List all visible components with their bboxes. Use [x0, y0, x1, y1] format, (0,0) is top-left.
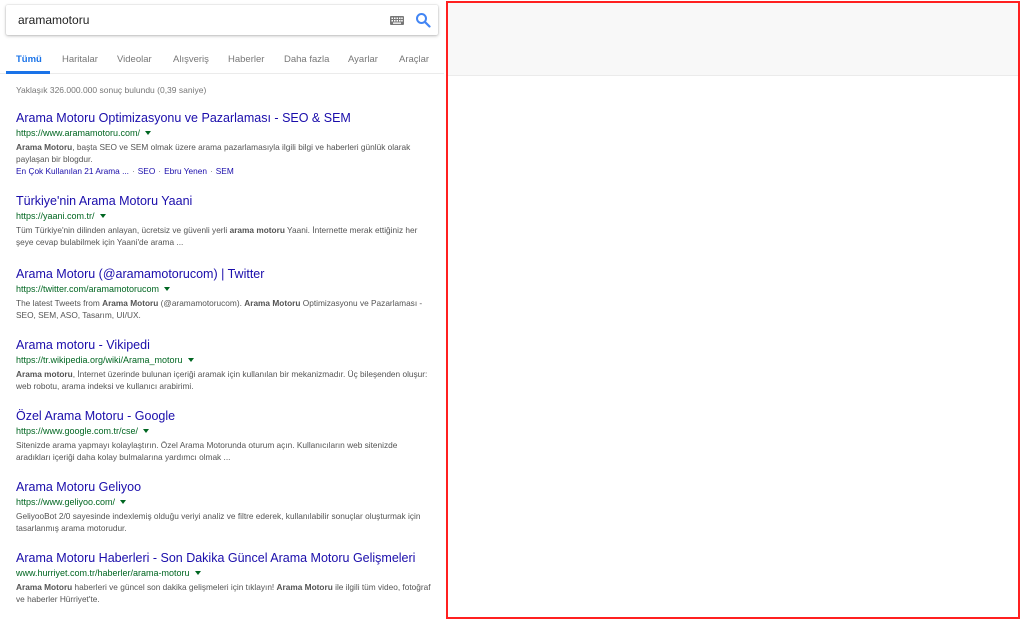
dropdown-caret-icon[interactable] — [164, 287, 171, 291]
keyboard-icon[interactable] — [390, 16, 404, 25]
panel-header-band — [448, 3, 1018, 76]
result-snippet: Sitenizde arama yapmayı kolaylaştırın. Ö… — [16, 440, 398, 462]
result-snippet: Arama motoru, İnternet üzerinde bulunan … — [16, 369, 428, 391]
dropdown-caret-icon[interactable] — [194, 571, 201, 575]
dropdown-caret-icon[interactable] — [145, 131, 152, 135]
tab-settings[interactable]: Ayarlar — [348, 54, 378, 65]
dropdown-caret-icon[interactable] — [99, 214, 106, 218]
result-snippet: Tüm Türkiye'nin dilinden anlayan, ücrets… — [16, 225, 418, 247]
tab-maps[interactable]: Haritalar — [62, 54, 98, 65]
result-title-link[interactable]: Türkiye'nin Arama Motoru Yaani — [16, 194, 431, 209]
result-title-link[interactable]: Arama Motoru (@aramamotorucom) | Twitter — [16, 267, 431, 282]
result-title-link[interactable]: Arama Motoru Geliyoo — [16, 480, 431, 495]
result-title-link[interactable]: Arama Motoru Optimizasyonu ve Pazarlamas… — [16, 111, 431, 126]
search-tabs: Tümü Haritalar Videolar Alışveriş Haberl… — [0, 44, 444, 74]
search-box[interactable]: aramamotoru — [6, 5, 438, 35]
active-tab-indicator — [6, 71, 50, 74]
sitelink[interactable]: En Çok Kullanılan 21 Arama ... — [16, 166, 129, 176]
result-title-link[interactable]: Arama Motoru Haberleri - Son Dakika Günc… — [16, 551, 431, 566]
search-result: Arama Motoru Haberleri - Son Dakika Günc… — [16, 551, 431, 605]
sitelink[interactable]: SEO — [138, 166, 156, 176]
result-snippet: Arama Motoru haberleri ve güncel son dak… — [16, 582, 431, 604]
sitelink[interactable]: Ebru Yenen — [164, 166, 207, 176]
search-result: Türkiye'nin Arama Motoru Yaani https://y… — [16, 194, 431, 248]
tab-news[interactable]: Haberler — [228, 54, 264, 65]
result-stats: Yaklaşık 326.000.000 sonuç bulundu (0,39… — [16, 85, 207, 95]
result-url: https://yaani.com.tr/ — [16, 210, 431, 223]
result-snippet: Arama Motoru, başta SEO ve SEM olmak üze… — [16, 142, 411, 164]
result-snippet: The latest Tweets from Arama Motoru (@ar… — [16, 298, 423, 320]
tab-all[interactable]: Tümü — [16, 54, 42, 65]
result-snippet: GeliyooBot 2/0 sayesinde indexlemiş oldu… — [16, 511, 421, 533]
tab-videos[interactable]: Videolar — [117, 54, 152, 65]
dropdown-caret-icon[interactable] — [120, 500, 127, 504]
result-url: https://www.geliyoo.com/ — [16, 496, 431, 509]
search-input[interactable]: aramamotoru — [18, 13, 89, 27]
results-column: aramamotoru Tümü Haritalar Videolar Alış… — [0, 0, 444, 622]
dropdown-caret-icon[interactable] — [143, 429, 150, 433]
search-result: Arama Motoru Optimizasyonu ve Pazarlamas… — [16, 111, 431, 177]
tab-shopping[interactable]: Alışveriş — [173, 54, 209, 65]
result-title-link[interactable]: Arama motoru - Vikipedi — [16, 338, 431, 353]
result-url: https://www.aramamotoru.com/ — [16, 127, 431, 140]
search-result: Arama motoru - Vikipedi https://tr.wikip… — [16, 338, 431, 392]
result-url: https://twitter.com/aramamotorucom — [16, 283, 431, 296]
search-result: Arama Motoru (@aramamotorucom) | Twitter… — [16, 267, 431, 321]
result-url: https://www.google.com.tr/cse/ — [16, 425, 431, 438]
tab-tools[interactable]: Araçlar — [399, 54, 429, 65]
search-result: Arama Motoru Geliyoo https://www.geliyoo… — [16, 480, 431, 534]
result-url: https://tr.wikipedia.org/wiki/Arama_moto… — [16, 354, 431, 367]
result-url: www.hurriyet.com.tr/haberler/arama-motor… — [16, 567, 431, 580]
result-title-link[interactable]: Özel Arama Motoru - Google — [16, 409, 431, 424]
highlighted-empty-panel — [446, 1, 1020, 619]
search-result: Özel Arama Motoru - Google https://www.g… — [16, 409, 431, 463]
sitelink[interactable]: SEM — [216, 166, 234, 176]
result-sitelinks: En Çok Kullanılan 21 Arama ... · SEO · Ebru … — [16, 166, 234, 176]
search-icon[interactable] — [415, 12, 431, 28]
dropdown-caret-icon[interactable] — [187, 358, 194, 362]
tab-more[interactable]: Daha fazla — [284, 54, 329, 65]
